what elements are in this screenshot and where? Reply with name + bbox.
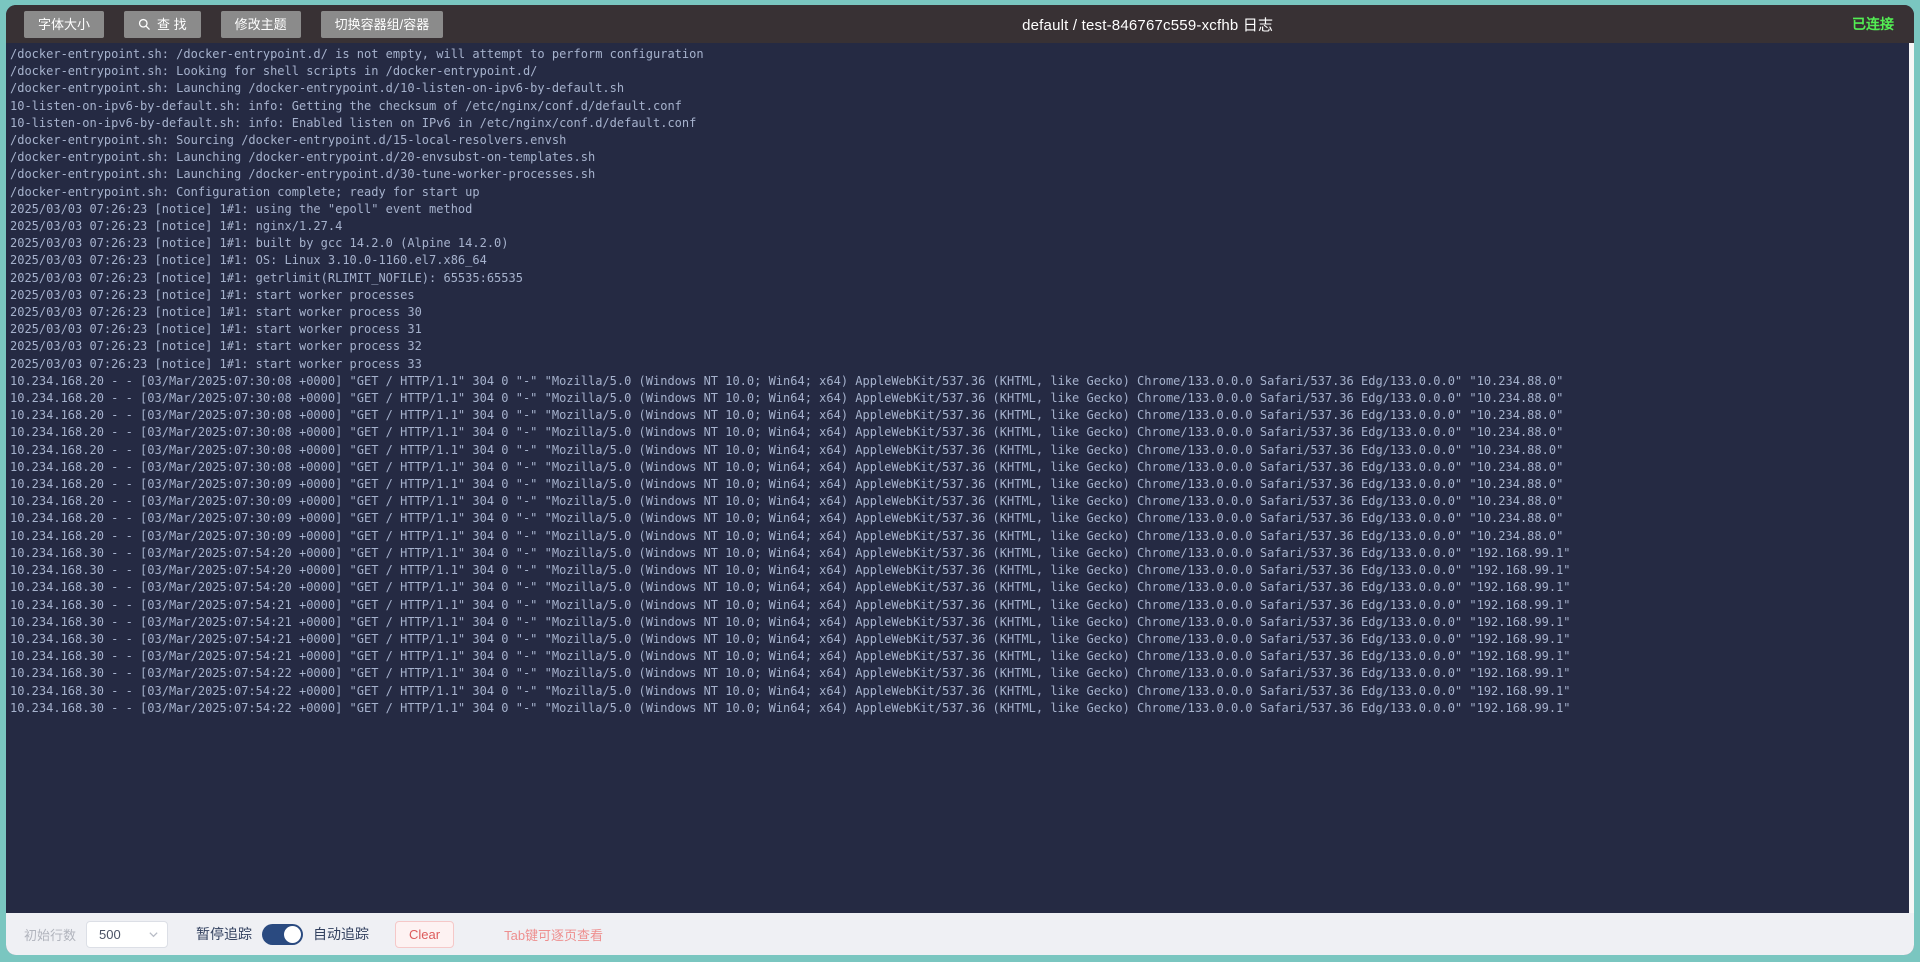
log-line: 2025/03/03 07:26:23 [notice] 1#1: start … bbox=[10, 338, 1904, 355]
log-line: 10.234.168.30 - - [03/Mar/2025:07:54:21 … bbox=[10, 614, 1904, 631]
log-line: 10.234.168.30 - - [03/Mar/2025:07:54:21 … bbox=[10, 631, 1904, 648]
log-line: 10.234.168.20 - - [03/Mar/2025:07:30:08 … bbox=[10, 459, 1904, 476]
log-line: 2025/03/03 07:26:23 [notice] 1#1: start … bbox=[10, 321, 1904, 338]
switch-container-button[interactable]: 切换容器组/容器 bbox=[321, 11, 444, 38]
log-line: 2025/03/03 07:26:23 [notice] 1#1: start … bbox=[10, 304, 1904, 321]
log-console-window: 字体大小 查 找 修改主题 切换容器组/容器 default / test-84… bbox=[6, 5, 1914, 955]
toggle-knob bbox=[284, 926, 301, 943]
log-line: 10.234.168.30 - - [03/Mar/2025:07:54:21 … bbox=[10, 597, 1904, 614]
log-line: 2025/03/03 07:26:23 [notice] 1#1: start … bbox=[10, 356, 1904, 373]
clear-button[interactable]: Clear bbox=[395, 921, 454, 948]
log-output[interactable]: /docker-entrypoint.sh: /docker-entrypoin… bbox=[6, 43, 1914, 913]
log-line: 10-listen-on-ipv6-by-default.sh: info: E… bbox=[10, 115, 1904, 132]
log-line: 10.234.168.20 - - [03/Mar/2025:07:30:08 … bbox=[10, 424, 1904, 441]
log-line: /docker-entrypoint.sh: Sourcing /docker-… bbox=[10, 132, 1904, 149]
log-scrollbar[interactable] bbox=[1909, 43, 1914, 913]
log-line: 2025/03/03 07:26:23 [notice] 1#1: OS: Li… bbox=[10, 252, 1904, 269]
log-line: /docker-entrypoint.sh: Launching /docker… bbox=[10, 80, 1904, 97]
log-line: 10-listen-on-ipv6-by-default.sh: info: G… bbox=[10, 98, 1904, 115]
search-button-label: 查 找 bbox=[157, 18, 187, 31]
log-line: 10.234.168.20 - - [03/Mar/2025:07:30:09 … bbox=[10, 510, 1904, 527]
toolbar: 字体大小 查 找 修改主题 切换容器组/容器 bbox=[24, 11, 443, 38]
initial-lines-select[interactable]: 500 bbox=[86, 921, 168, 948]
tracking-toggle[interactable] bbox=[262, 924, 303, 945]
connection-status-badge: 已连接 bbox=[1852, 14, 1900, 34]
pause-tracking-label: 暂停追踪 bbox=[196, 924, 252, 944]
log-line: 10.234.168.30 - - [03/Mar/2025:07:54:22 … bbox=[10, 665, 1904, 682]
log-lines: /docker-entrypoint.sh: /docker-entrypoin… bbox=[10, 46, 1904, 717]
log-line: 10.234.168.30 - - [03/Mar/2025:07:54:20 … bbox=[10, 562, 1904, 579]
log-line: /docker-entrypoint.sh: Launching /docker… bbox=[10, 166, 1904, 183]
search-button[interactable]: 查 找 bbox=[124, 11, 201, 38]
log-line: 10.234.168.20 - - [03/Mar/2025:07:30:09 … bbox=[10, 476, 1904, 493]
log-line: 10.234.168.20 - - [03/Mar/2025:07:30:09 … bbox=[10, 528, 1904, 545]
log-line: 2025/03/03 07:26:23 [notice] 1#1: nginx/… bbox=[10, 218, 1904, 235]
log-line: 10.234.168.30 - - [03/Mar/2025:07:54:22 … bbox=[10, 683, 1904, 700]
log-line: 2025/03/03 07:26:23 [notice] 1#1: start … bbox=[10, 287, 1904, 304]
log-controls-footer: 初始行数 500 暂停追踪 自动追踪 Clear Tab键可逐页查看 bbox=[6, 913, 1914, 955]
log-line: 10.234.168.20 - - [03/Mar/2025:07:30:08 … bbox=[10, 373, 1904, 390]
log-line: 2025/03/03 07:26:23 [notice] 1#1: built … bbox=[10, 235, 1904, 252]
log-line: 10.234.168.30 - - [03/Mar/2025:07:54:20 … bbox=[10, 579, 1904, 596]
font-size-button[interactable]: 字体大小 bbox=[24, 11, 104, 38]
switch-container-button-label: 切换容器组/容器 bbox=[335, 18, 430, 31]
change-theme-button[interactable]: 修改主题 bbox=[221, 11, 301, 38]
log-line: 2025/03/03 07:26:23 [notice] 1#1: using … bbox=[10, 201, 1904, 218]
log-line: 10.234.168.20 - - [03/Mar/2025:07:30:08 … bbox=[10, 407, 1904, 424]
initial-lines-label: 初始行数 bbox=[24, 925, 76, 944]
console-header: 字体大小 查 找 修改主题 切换容器组/容器 default / test-84… bbox=[6, 5, 1914, 43]
log-line: /docker-entrypoint.sh: Configuration com… bbox=[10, 184, 1904, 201]
page-title: default / test-846767c559-xcfhb 日志 bbox=[443, 14, 1852, 35]
initial-lines-value: 500 bbox=[99, 927, 121, 942]
log-line: 10.234.168.30 - - [03/Mar/2025:07:54:22 … bbox=[10, 700, 1904, 717]
log-line: 10.234.168.20 - - [03/Mar/2025:07:30:08 … bbox=[10, 390, 1904, 407]
tab-page-hint: Tab键可逐页查看 bbox=[504, 925, 603, 944]
log-line: /docker-entrypoint.sh: Looking for shell… bbox=[10, 63, 1904, 80]
font-size-button-label: 字体大小 bbox=[38, 18, 90, 31]
log-line: 10.234.168.20 - - [03/Mar/2025:07:30:08 … bbox=[10, 442, 1904, 459]
log-line: 2025/03/03 07:26:23 [notice] 1#1: getrli… bbox=[10, 270, 1904, 287]
log-line: /docker-entrypoint.sh: Launching /docker… bbox=[10, 149, 1904, 166]
auto-tracking-label: 自动追踪 bbox=[313, 924, 369, 944]
log-line: 10.234.168.30 - - [03/Mar/2025:07:54:21 … bbox=[10, 648, 1904, 665]
change-theme-button-label: 修改主题 bbox=[235, 18, 287, 31]
log-line: 10.234.168.30 - - [03/Mar/2025:07:54:20 … bbox=[10, 545, 1904, 562]
search-icon bbox=[138, 18, 151, 31]
log-line: 10.234.168.20 - - [03/Mar/2025:07:30:09 … bbox=[10, 493, 1904, 510]
chevron-down-icon bbox=[148, 929, 159, 940]
log-line: /docker-entrypoint.sh: /docker-entrypoin… bbox=[10, 46, 1904, 63]
